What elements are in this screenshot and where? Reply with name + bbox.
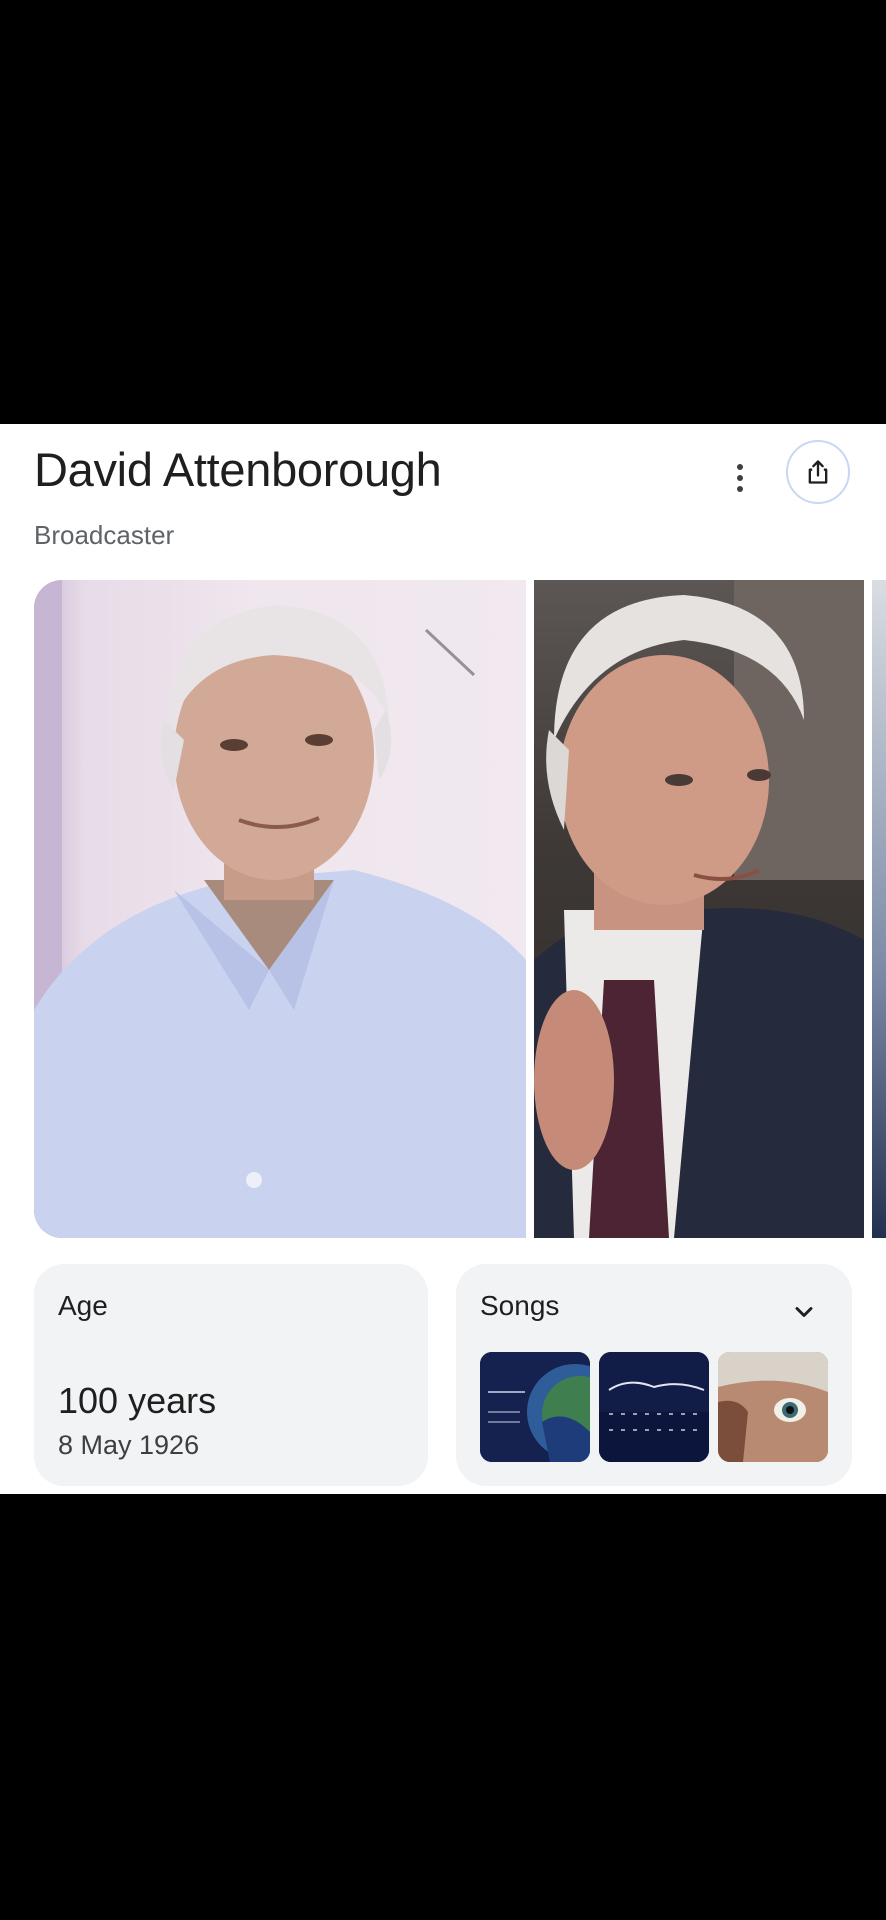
age-value: 100 years [58, 1380, 217, 1421]
chevron-down-icon [795, 1307, 813, 1317]
share-icon [808, 460, 828, 484]
portrait-photo-3[interactable] [872, 580, 886, 1238]
portrait-photo-2[interactable] [534, 580, 864, 1238]
portrait-photo-1[interactable] [34, 580, 526, 1238]
more-vert-icon [737, 464, 743, 470]
songs-card[interactable]: Songs [456, 1264, 852, 1486]
song-thumbnail-1[interactable] [480, 1352, 590, 1462]
birth-date: 8 May 1926 [58, 1430, 200, 1460]
more-options-button[interactable] [718, 456, 762, 500]
age-card[interactable]: Age 100 years 8 May 1926 [34, 1264, 428, 1486]
song-thumbnail-2[interactable] [599, 1352, 709, 1462]
song-thumbnail-3[interactable] [718, 1352, 828, 1462]
songs-expand-button[interactable] [786, 1294, 822, 1330]
songs-label: Songs [480, 1290, 560, 1321]
age-label: Age [58, 1290, 108, 1321]
page-title: David Attenborough [34, 443, 442, 496]
share-button[interactable] [786, 440, 850, 504]
entity-subtitle: Broadcaster [34, 520, 175, 550]
